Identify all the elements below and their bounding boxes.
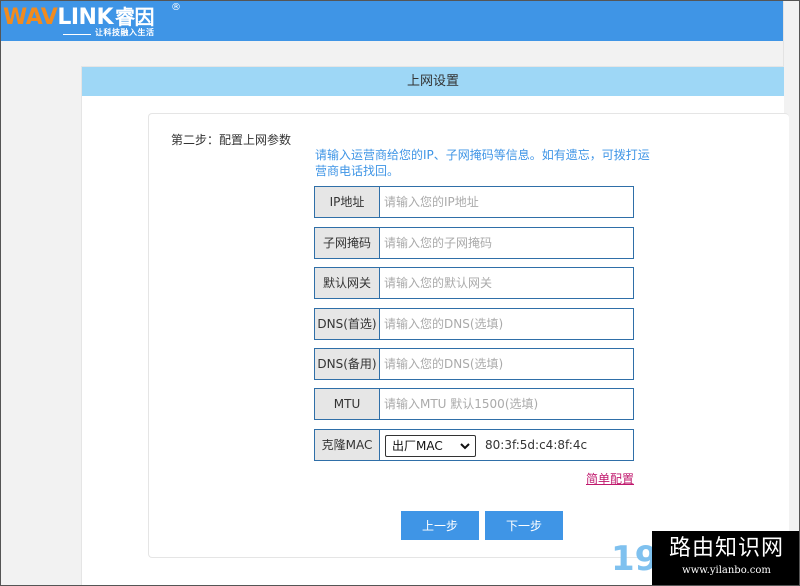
mtu-input[interactable]	[384, 389, 624, 419]
dns-secondary-label: DNS(备用)	[315, 349, 380, 379]
mac-address-value: 80:3f:5d:c4:8f:4c	[485, 438, 588, 452]
ip-address-row: IP地址	[314, 186, 634, 218]
simple-config-link[interactable]: 简单配置	[586, 470, 634, 487]
mtu-row: MTU	[314, 388, 634, 420]
dns-secondary-input[interactable]	[384, 349, 624, 379]
default-gateway-row: 默认网关	[314, 267, 634, 299]
dns-primary-label: DNS(首选)	[315, 309, 380, 339]
top-header: WAVLINK 睿因 ® 让科技融入生活	[1, 1, 783, 41]
ip-address-label: IP地址	[315, 187, 380, 217]
clone-mac-label: 克隆MAC	[315, 430, 380, 460]
watermark-url: www.yilanbo.com	[682, 565, 771, 576]
hint-text: 请输入运营商给您的IP、子网掩码等信息。如有遗忘，可拨打运营商电话找回。	[315, 148, 650, 178]
logo-slogan: 让科技融入生活	[95, 28, 155, 37]
logo-divider-line	[63, 34, 91, 35]
subnet-mask-label: 子网掩码	[315, 228, 380, 258]
subnet-mask-input[interactable]	[384, 228, 624, 258]
default-gateway-input[interactable]	[384, 268, 624, 298]
next-step-button[interactable]: 下一步	[485, 511, 563, 540]
dns-primary-input[interactable]	[384, 309, 624, 339]
clone-mac-row: 克隆MAC 出厂MAC 80:3f:5d:c4:8f:4c	[314, 429, 634, 461]
watermark-badge: 路由知识网 www.yilanbo.com	[652, 531, 799, 585]
subnet-mask-row: 子网掩码	[314, 227, 634, 259]
step-title: 第二步：配置上网参数	[171, 133, 292, 147]
ip-address-input[interactable]	[384, 187, 624, 217]
mtu-label: MTU	[315, 389, 380, 419]
browser-viewport: WAVLINK 睿因 ® 让科技融入生活 上网设置 第二步：配置上网参数 请输入运…	[0, 0, 800, 586]
default-gateway-label: 默认网关	[315, 268, 380, 298]
mac-source-selected: 出厂MAC	[392, 439, 443, 453]
dns-primary-row: DNS(首选)	[314, 308, 634, 340]
logo-brand-wav: WAV	[3, 5, 58, 30]
chevron-down-icon	[460, 443, 470, 450]
logo-brand-link: LINK	[57, 5, 114, 30]
logo-brand-cn: 睿因	[115, 5, 155, 29]
registered-mark: ®	[171, 2, 181, 13]
panel-title: 上网设置	[82, 67, 784, 96]
watermark-text: 路由知识网	[668, 536, 784, 561]
mac-source-select[interactable]: 出厂MAC	[385, 435, 476, 457]
dns-secondary-row: DNS(备用)	[314, 348, 634, 380]
previous-step-button[interactable]: 上一步	[401, 511, 479, 540]
logo-wordmark: WAVLINK 睿因	[3, 5, 155, 30]
wavlink-logo[interactable]: WAVLINK 睿因 ® 让科技融入生活	[3, 2, 189, 39]
